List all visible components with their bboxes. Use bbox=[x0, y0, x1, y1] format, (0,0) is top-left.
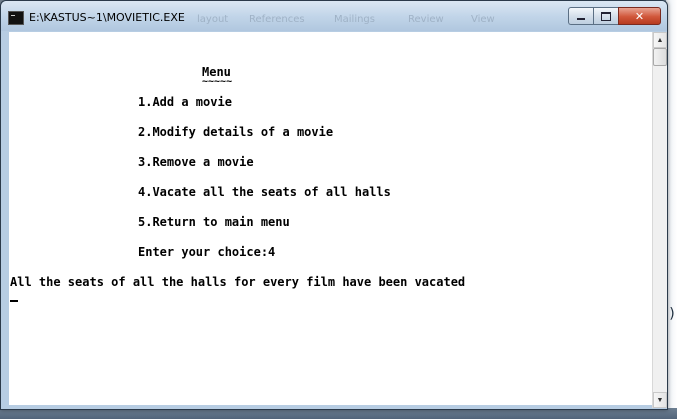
menu-option-1: 1.Add a movie bbox=[138, 95, 232, 109]
ghost-menu-item: References bbox=[249, 14, 305, 25]
scroll-up-button[interactable]: ▲ bbox=[653, 32, 667, 48]
console-output[interactable]: Menu ~~~~~ 1.Add a movie 2.Modify detail… bbox=[9, 32, 652, 405]
scroll-thumb[interactable] bbox=[653, 48, 667, 66]
maximize-button[interactable] bbox=[593, 7, 618, 25]
window-title: E:\KASTUS~1\MOVIETIC.EXE bbox=[29, 11, 185, 24]
minimize-button[interactable] bbox=[568, 7, 593, 25]
background-edge-text: ) bbox=[668, 306, 677, 322]
choice-prompt: Enter your choice:4 bbox=[138, 245, 276, 259]
result-message: All the seats of all the halls for every… bbox=[10, 275, 466, 289]
vertical-scrollbar[interactable]: ▲ ▼ bbox=[652, 32, 667, 408]
minimize-icon bbox=[577, 18, 585, 20]
ghost-menu-item: Mailings bbox=[334, 14, 375, 25]
scroll-down-button[interactable]: ▼ bbox=[653, 392, 667, 408]
menu-option-3: 3.Remove a movie bbox=[138, 155, 254, 169]
maximize-icon bbox=[601, 11, 611, 21]
console-window: E:\KASTUS~1\MOVIETIC.EXE layout Referenc… bbox=[0, 0, 668, 410]
console-app-icon[interactable] bbox=[8, 11, 24, 25]
arrow-up-icon: ▲ bbox=[656, 36, 664, 44]
text-cursor bbox=[10, 300, 18, 302]
menu-heading-underline: ~~~~~ bbox=[202, 76, 233, 87]
close-button[interactable]: ✕ bbox=[618, 7, 661, 25]
ghost-menu-item: View bbox=[471, 14, 495, 25]
title-bar[interactable]: E:\KASTUS~1\MOVIETIC.EXE layout Referenc… bbox=[1, 1, 667, 31]
menu-option-2: 2.Modify details of a movie bbox=[138, 125, 334, 139]
menu-option-4: 4.Vacate all the seats of all halls bbox=[138, 185, 391, 199]
ghost-menu-item: Review bbox=[408, 14, 444, 25]
menu-option-5: 5.Return to main menu bbox=[138, 215, 290, 229]
ghost-menu-item: layout bbox=[197, 14, 229, 25]
arrow-down-icon: ▼ bbox=[656, 396, 664, 404]
caption-buttons: ✕ bbox=[568, 7, 661, 27]
close-icon: ✕ bbox=[634, 9, 645, 23]
